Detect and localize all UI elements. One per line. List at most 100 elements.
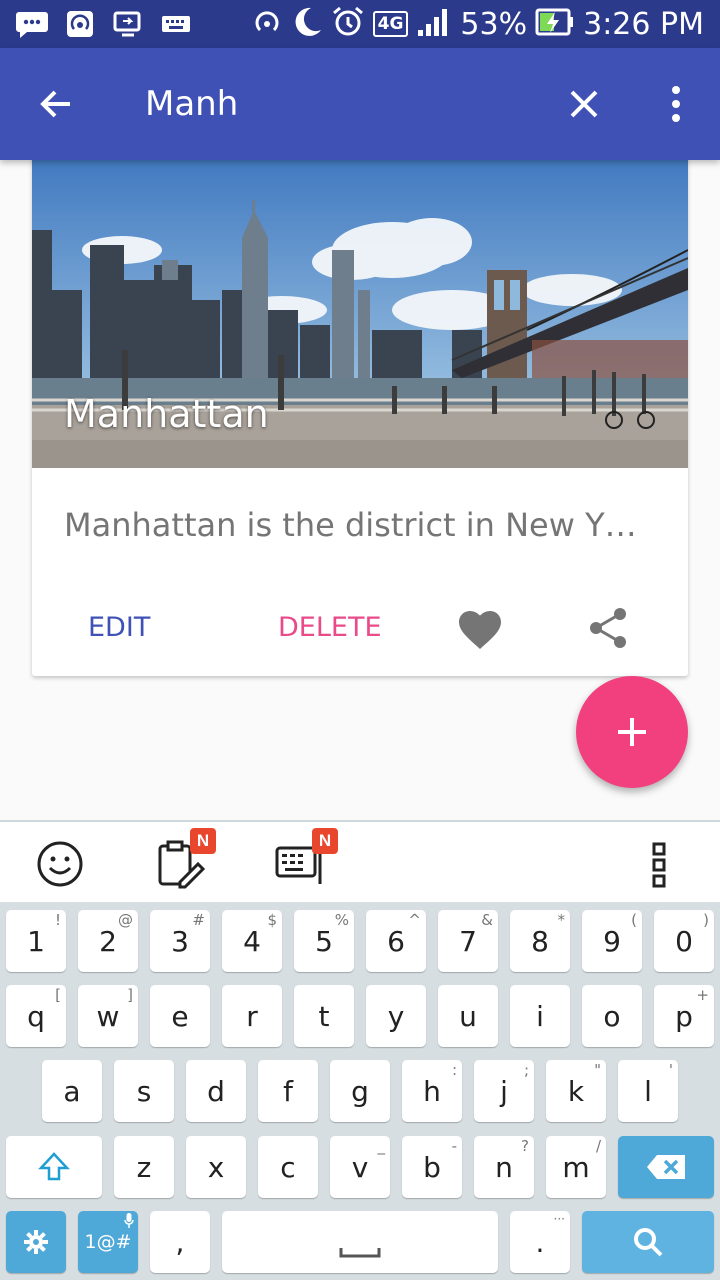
- key-n[interactable]: n?: [474, 1136, 534, 1198]
- key-secondary-label: _: [377, 1137, 386, 1155]
- key-b[interactable]: b-: [402, 1136, 462, 1198]
- key-z[interactable]: z: [114, 1136, 174, 1198]
- keyboard-new-badge: N: [312, 828, 338, 854]
- key-q[interactable]: q[: [6, 985, 66, 1047]
- key-label: z: [136, 1150, 152, 1184]
- space-key[interactable]: [222, 1211, 498, 1273]
- key-label: l: [644, 1074, 652, 1108]
- key-w[interactable]: w]: [78, 985, 138, 1047]
- period-key[interactable]: . ···: [510, 1211, 570, 1273]
- key-y[interactable]: y: [366, 985, 426, 1047]
- edit-button[interactable]: EDIT: [88, 612, 150, 643]
- hotspot-icon: [62, 8, 98, 40]
- key-secondary-label: :: [451, 1061, 457, 1079]
- key-secondary-label: ^: [408, 911, 421, 929]
- delete-button[interactable]: DELETE: [278, 612, 382, 643]
- gear-icon: [24, 1230, 48, 1254]
- key-secondary-label: +: [696, 986, 709, 1004]
- search-key[interactable]: [582, 1211, 714, 1273]
- shift-key[interactable]: [6, 1136, 102, 1198]
- message-icon: [14, 8, 50, 40]
- search-icon: [634, 1228, 663, 1257]
- key-label: 0: [675, 924, 693, 958]
- space-bar-icon: [339, 1248, 381, 1258]
- key-label: j: [500, 1074, 508, 1108]
- keyboard-settings-button[interactable]: N: [272, 828, 338, 892]
- key-d[interactable]: d: [186, 1060, 246, 1122]
- key-r[interactable]: r: [222, 985, 282, 1047]
- key-2[interactable]: 2 @: [78, 910, 138, 972]
- backspace-key[interactable]: [618, 1136, 714, 1198]
- key-5[interactable]: 5%: [294, 910, 354, 972]
- key-label: g: [351, 1074, 369, 1108]
- plus-icon: [618, 718, 646, 746]
- favorite-button[interactable]: [456, 606, 504, 654]
- key-m[interactable]: m /: [546, 1136, 606, 1198]
- key-k[interactable]: k ": [546, 1060, 606, 1122]
- key-label: 1: [27, 924, 45, 958]
- key-label: o: [603, 999, 621, 1033]
- share-button[interactable]: [584, 604, 632, 652]
- key-label: 5: [315, 924, 333, 958]
- mic-icon: [124, 1213, 134, 1228]
- emoji-button[interactable]: [32, 836, 88, 892]
- key-h[interactable]: h:: [402, 1060, 462, 1122]
- key-label: 8: [531, 924, 549, 958]
- key-label: x: [207, 1150, 225, 1184]
- comma-key[interactable]: ,: [150, 1211, 210, 1273]
- key-e[interactable]: e: [150, 985, 210, 1047]
- clipboard-button[interactable]: N: [152, 828, 216, 892]
- key-label: 7: [459, 924, 477, 958]
- key-3[interactable]: 3 #: [150, 910, 210, 972]
- overflow-menu-button[interactable]: [652, 76, 700, 132]
- key-g[interactable]: g: [330, 1060, 390, 1122]
- key-secondary-label: $: [267, 911, 277, 929]
- key-label: q: [27, 999, 45, 1033]
- period-label: .: [535, 1225, 545, 1259]
- key-label: p: [675, 999, 693, 1033]
- key-label: k: [567, 1074, 585, 1108]
- key-c[interactable]: c: [258, 1136, 318, 1198]
- key-o[interactable]: o: [582, 985, 642, 1047]
- key-4[interactable]: 4 $: [222, 910, 282, 972]
- key-8[interactable]: 8 *: [510, 910, 570, 972]
- key-l[interactable]: l ': [618, 1060, 678, 1122]
- clipboard-new-badge: N: [190, 828, 216, 854]
- key-secondary-label: &: [481, 911, 493, 929]
- key-a[interactable]: a: [42, 1060, 102, 1122]
- key-6[interactable]: 6 ^: [366, 910, 426, 972]
- key-label: r: [246, 999, 258, 1033]
- key-label: y: [387, 999, 405, 1033]
- key-v[interactable]: v _: [330, 1136, 390, 1198]
- key-j[interactable]: j;: [474, 1060, 534, 1122]
- clear-search-button[interactable]: [556, 76, 612, 132]
- key-label: 6: [387, 924, 405, 958]
- key-9[interactable]: 9(: [582, 910, 642, 972]
- symbols-key[interactable]: 1@#: [78, 1211, 138, 1273]
- key-7[interactable]: 7 &: [438, 910, 498, 972]
- key-x[interactable]: x: [186, 1136, 246, 1198]
- key-f[interactable]: f: [258, 1060, 318, 1122]
- key-p[interactable]: p +: [654, 985, 714, 1047]
- key-secondary-label: /: [595, 1137, 601, 1155]
- key-1[interactable]: 1!: [6, 910, 66, 972]
- key-s[interactable]: s: [114, 1060, 174, 1122]
- key-label: n: [495, 1150, 513, 1184]
- key-u[interactable]: u: [438, 985, 498, 1047]
- keyboard-menu-button[interactable]: [640, 836, 696, 892]
- key-t[interactable]: t: [294, 985, 354, 1047]
- card-description: Manhattan is the district in New Y…: [64, 506, 637, 544]
- key-label: e: [171, 999, 189, 1033]
- back-button[interactable]: [28, 76, 84, 132]
- settings-key[interactable]: [6, 1211, 66, 1273]
- search-input[interactable]: Manh: [145, 84, 238, 124]
- add-button[interactable]: [576, 676, 688, 788]
- key-secondary-label: -: [451, 1137, 457, 1155]
- key-i[interactable]: i: [510, 985, 570, 1047]
- close-icon: [570, 90, 598, 118]
- key-0[interactable]: 0): [654, 910, 714, 972]
- key-label: 3: [171, 924, 189, 958]
- moon-icon: [291, 5, 323, 44]
- key-secondary-label: ': [668, 1061, 673, 1079]
- place-card: Manhattan Manhattan is the district in N…: [32, 150, 688, 676]
